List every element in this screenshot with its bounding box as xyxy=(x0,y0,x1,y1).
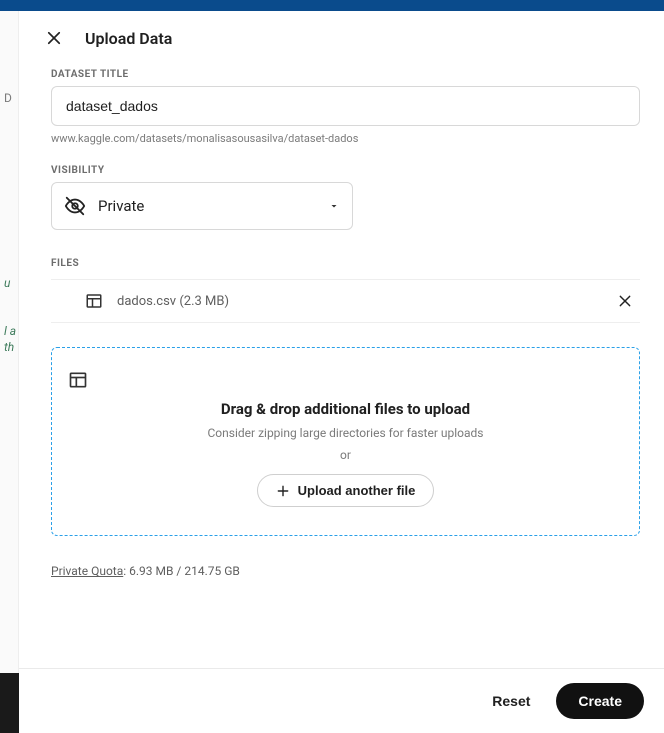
visibility-value: Private xyxy=(98,197,144,215)
files-label: FILES xyxy=(51,258,640,269)
visibility-label: VISIBILITY xyxy=(51,165,640,176)
background-sidebar: D ul ath xyxy=(0,11,19,673)
app-topbar xyxy=(0,0,664,11)
quota-text: Private Quota: 6.93 MB / 214.75 GB xyxy=(51,564,640,578)
dropzone-or: or xyxy=(68,448,623,462)
file-name-text: dados.csv xyxy=(117,294,176,309)
upload-modal: Upload Data DATASET TITLE www.kaggle.com… xyxy=(19,11,664,733)
dataset-title-input[interactable] xyxy=(51,86,640,126)
quota-value: : 6.93 MB / 214.75 GB xyxy=(123,564,240,578)
close-icon xyxy=(45,29,63,47)
create-button[interactable]: Create xyxy=(556,683,644,719)
modal-footer: Reset Create xyxy=(19,668,664,733)
upload-another-button[interactable]: Upload another file xyxy=(257,474,435,507)
visibility-section: VISIBILITY Private xyxy=(51,165,640,230)
background-footer xyxy=(0,673,19,733)
dataset-title-section: DATASET TITLE www.kaggle.com/datasets/mo… xyxy=(51,69,640,145)
modal-header: Upload Data xyxy=(19,11,664,61)
reset-button[interactable]: Reset xyxy=(480,685,542,717)
dropzone-title: Drag & drop additional files to upload xyxy=(68,400,623,418)
file-size-text: (2.3 MB) xyxy=(179,294,229,309)
visibility-off-icon xyxy=(64,195,86,217)
table-icon xyxy=(68,370,623,390)
modal-body: DATASET TITLE www.kaggle.com/datasets/mo… xyxy=(19,61,664,668)
dropzone-subtitle: Consider zipping large directories for f… xyxy=(68,426,623,440)
dataset-url-hint: www.kaggle.com/datasets/monalisasousasil… xyxy=(51,132,640,145)
chevron-down-icon xyxy=(328,200,340,212)
upload-another-label: Upload another file xyxy=(298,483,416,498)
file-row: dados.csv (2.3 MB) xyxy=(51,279,640,323)
dataset-title-label: DATASET TITLE xyxy=(51,69,640,80)
quota-label[interactable]: Private Quota xyxy=(51,564,123,578)
modal-title: Upload Data xyxy=(85,29,172,48)
visibility-select[interactable]: Private xyxy=(51,182,353,230)
close-icon xyxy=(617,293,633,309)
dropzone[interactable]: Drag & drop additional files to upload C… xyxy=(51,347,640,536)
close-button[interactable] xyxy=(43,27,65,49)
plus-icon xyxy=(276,484,290,498)
table-icon xyxy=(85,292,103,310)
file-remove-button[interactable] xyxy=(614,290,636,312)
file-name: dados.csv (2.3 MB) xyxy=(117,294,600,309)
